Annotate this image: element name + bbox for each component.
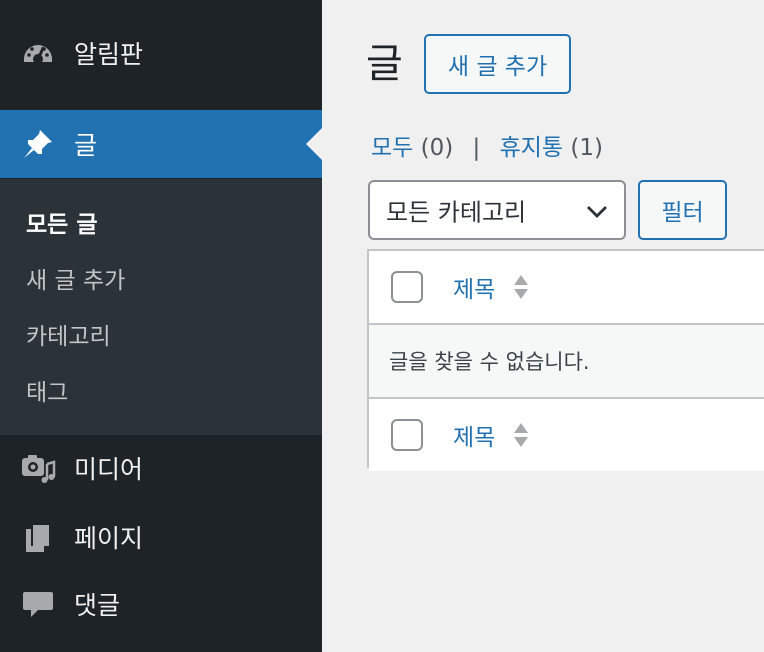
menu-item-dashboard[interactable]: 알림판 [0, 19, 322, 87]
submenu-item-all-posts[interactable]: 모든 글 [26, 205, 98, 239]
view-separator: | [472, 135, 481, 161]
empty-table-row: 글을 찾을 수 없습니다. [369, 325, 764, 399]
column-title-header[interactable]: 제목 [453, 270, 495, 304]
posts-submenu: 모든 글 새 글 추가 카테고리 태그 [0, 179, 322, 435]
view-trash-link[interactable]: 휴지통 [500, 135, 563, 161]
posts-table: 제목 글을 찾을 수 없습니다. 제목 [367, 249, 764, 471]
category-filter-value: 모든 카테고리 [386, 198, 527, 227]
comments-icon [20, 586, 56, 622]
menu-item-posts[interactable]: 글 [0, 110, 322, 178]
add-new-post-button[interactable]: 새 글 추가 [424, 34, 571, 94]
select-all-checkbox-footer[interactable] [391, 419, 423, 451]
current-menu-arrow [306, 128, 322, 160]
menu-item-label: 페이지 [74, 524, 144, 553]
admin-sidebar: 알림판 글 모든 글 새 글 추가 카테고리 태그 미디어 페이지 댓글 [0, 0, 322, 652]
menu-item-label: 글 [74, 131, 98, 160]
view-trash-count: (1) [570, 135, 603, 161]
chevron-down-icon [587, 206, 607, 218]
table-header-row: 제목 [369, 251, 764, 325]
view-all-link[interactable]: 모두 [371, 135, 413, 161]
menu-item-label: 알림판 [74, 40, 144, 69]
filter-button[interactable]: 필터 [638, 180, 727, 240]
submenu-item-add-new[interactable]: 새 글 추가 [26, 261, 125, 295]
pages-icon [20, 519, 56, 555]
submenu-item-tags[interactable]: 태그 [26, 373, 68, 407]
sort-icon[interactable] [512, 420, 530, 450]
media-icon [20, 450, 56, 486]
menu-item-label: 미디어 [74, 455, 144, 484]
table-footer-row: 제목 [369, 399, 764, 471]
sort-icon[interactable] [512, 272, 530, 302]
dashboard-icon [20, 35, 56, 71]
pin-icon [20, 126, 56, 162]
post-status-views: 모두 (0) | 휴지통 (1) [371, 128, 603, 162]
menu-item-label: 댓글 [74, 591, 121, 620]
submenu-item-categories[interactable]: 카테고리 [26, 317, 111, 351]
menu-item-comments[interactable]: 댓글 [0, 570, 322, 638]
column-title-footer[interactable]: 제목 [453, 418, 495, 452]
page-title: 글 [366, 41, 403, 87]
category-filter-select[interactable]: 모든 카테고리 [368, 180, 626, 240]
no-posts-message: 글을 찾을 수 없습니다. [389, 350, 590, 374]
select-all-checkbox[interactable] [391, 271, 423, 303]
view-all-count: (0) [420, 135, 454, 161]
menu-item-media[interactable]: 미디어 [0, 434, 322, 502]
menu-item-pages[interactable]: 페이지 [0, 503, 322, 571]
